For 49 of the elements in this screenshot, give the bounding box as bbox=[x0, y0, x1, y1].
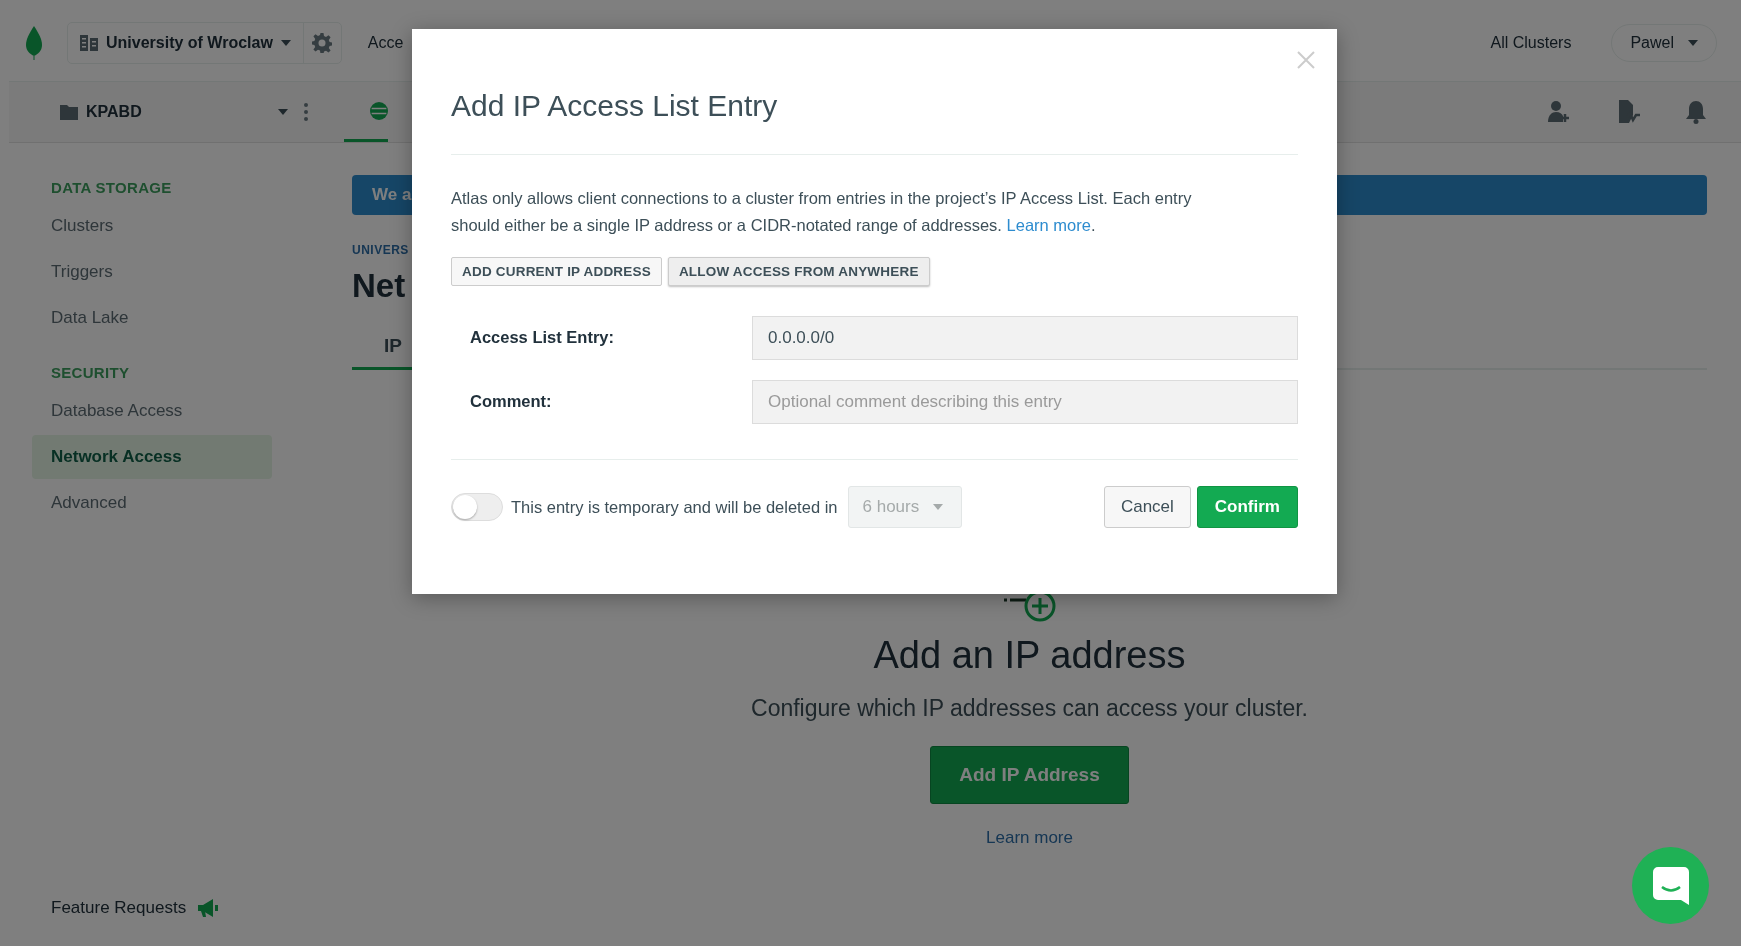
feature-requests-link[interactable]: Feature Requests bbox=[51, 898, 187, 918]
temporary-label: This entry is temporary and will be deleted in bbox=[511, 497, 838, 517]
organization-selector[interactable]: University of Wroclaw bbox=[67, 22, 342, 64]
sidebar-item[interactable]: Clusters bbox=[32, 204, 272, 248]
sidebar-section-title: SECURITY bbox=[50, 364, 131, 381]
user-menu-button[interactable]: Pawel bbox=[1611, 24, 1717, 62]
all-clusters-link[interactable]: All Clusters bbox=[1490, 34, 1572, 52]
organization-dropdown[interactable]: University of Wroclaw bbox=[68, 23, 303, 63]
close-icon bbox=[1295, 49, 1317, 71]
bell-icon[interactable] bbox=[1685, 100, 1707, 124]
chat-icon bbox=[1652, 866, 1689, 905]
learn-more-link[interactable]: Learn more bbox=[1006, 216, 1091, 234]
quick-add-button[interactable]: ADD CURRENT IP ADDRESS bbox=[451, 257, 662, 286]
empty-state-description: Configure which IP addresses can access your cluster. bbox=[751, 695, 1308, 722]
field-label: Comment: bbox=[469, 391, 553, 412]
dialog-title: Add IP Access List Entry bbox=[451, 29, 1298, 155]
close-button[interactable] bbox=[1295, 49, 1317, 71]
globe-icon bbox=[370, 99, 388, 122]
sidebar-item[interactable]: Network Access bbox=[32, 435, 272, 479]
caret-icon bbox=[280, 40, 291, 46]
settings-icon bbox=[312, 33, 333, 53]
add-ip-address-button[interactable]: Add IP Address bbox=[930, 746, 1129, 804]
leaf-logo-icon[interactable] bbox=[25, 26, 43, 60]
caret-icon bbox=[1688, 40, 1698, 46]
list-add-icon bbox=[1001, 592, 1058, 622]
input-field[interactable]: 0.0.0.0/0 bbox=[752, 316, 1298, 360]
empty-state-title: Add an IP address bbox=[873, 634, 1186, 677]
folder-icon bbox=[60, 104, 78, 120]
breadcrumb[interactable]: UNIVERS bbox=[352, 243, 409, 257]
sidebar-item[interactable]: Triggers bbox=[32, 250, 272, 294]
sidebar-section-title: DATA STORAGE bbox=[50, 179, 173, 196]
confirm-button[interactable]: Confirm bbox=[1196, 486, 1298, 528]
field-label: Access List Entry: bbox=[469, 327, 615, 348]
more-options-icon[interactable] bbox=[302, 102, 310, 122]
megaphone-icon bbox=[198, 899, 219, 917]
caret-icon bbox=[278, 109, 288, 115]
caret-icon bbox=[933, 504, 944, 510]
input-field[interactable]: Optional comment describing this entry bbox=[752, 380, 1298, 424]
cancel-button[interactable]: Cancel bbox=[1103, 486, 1191, 528]
page-title: Net bbox=[352, 267, 406, 305]
sidebar-item[interactable]: Advanced bbox=[32, 481, 272, 525]
sidebar-item[interactable]: Database Access bbox=[32, 389, 272, 433]
building-icon bbox=[80, 35, 98, 51]
project-selector[interactable]: KPABD bbox=[54, 102, 294, 122]
learn-more-link[interactable]: Learn more bbox=[986, 828, 1073, 848]
nav-link[interactable]: Acce bbox=[367, 34, 404, 52]
sidebar-item[interactable]: Data Lake bbox=[32, 296, 272, 340]
quick-add-button[interactable]: ALLOW ACCESS FROM ANYWHERE bbox=[667, 257, 930, 286]
add-user-icon[interactable] bbox=[1547, 100, 1571, 124]
